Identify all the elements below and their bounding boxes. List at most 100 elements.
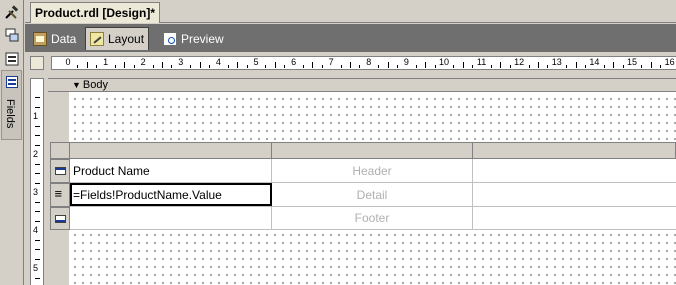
ruler-number: 4 <box>215 57 221 67</box>
table-corner-handle[interactable] <box>50 142 70 159</box>
ruler-number: 15 <box>626 57 638 67</box>
ruler-number: 16 <box>664 57 675 67</box>
body-label-text: Body <box>82 79 108 91</box>
server-explorer-icon[interactable] <box>3 26 21 44</box>
vertical-ruler: 1 2 3 4 5 <box>30 78 44 285</box>
ruler-tick <box>566 65 568 68</box>
document-tab[interactable]: Product.rdl [Design]* <box>30 2 161 23</box>
ruler-tick <box>265 65 267 68</box>
ruler-number: 2 <box>33 149 39 159</box>
ruler-tick <box>35 211 40 212</box>
ruler-tick <box>77 65 79 68</box>
column-handles <box>70 142 676 159</box>
tab-preview-label: Preview <box>181 31 224 46</box>
ruler-tick <box>162 62 163 68</box>
ruler-tick <box>35 201 40 203</box>
ruler-tick <box>613 62 615 68</box>
tab-preview[interactable]: Preview <box>159 27 228 50</box>
ruler-tick <box>35 125 40 127</box>
ruler-number: 1 <box>103 57 109 67</box>
report-table[interactable]: Product Name Header =Fields!ProductName.… <box>50 142 676 230</box>
ruler-tick <box>35 144 40 146</box>
ruler-tick <box>152 65 154 68</box>
ruler-tick <box>434 65 436 68</box>
horizontal-ruler: 0 1 2 3 4 5 6 7 8 9 10 11 12 13 14 15 16 <box>51 56 676 70</box>
ruler-tick <box>124 62 126 68</box>
ruler-number: 3 <box>33 187 39 197</box>
column-handle[interactable] <box>473 142 676 159</box>
ruler-number: 4 <box>33 225 39 235</box>
detail-row-handle[interactable] <box>50 183 70 207</box>
table-cell[interactable]: Footer <box>272 207 473 229</box>
ruler-tick <box>387 62 389 68</box>
ruler-tick <box>274 62 276 68</box>
table-cell[interactable]: Detail <box>272 183 473 206</box>
left-tool-strip: Fields <box>0 0 24 285</box>
ruler-tick <box>35 106 40 108</box>
ruler-tick <box>115 65 116 68</box>
table-cell[interactable] <box>473 183 676 206</box>
ruler-number: 2 <box>140 57 146 67</box>
ruler-tick <box>453 65 455 68</box>
designer-subtabs: Data Layout Preview <box>25 24 676 52</box>
ruler-tick <box>35 182 40 184</box>
ruler-tick <box>321 65 323 68</box>
fields-list-icon <box>6 76 18 88</box>
row-handles <box>50 142 70 230</box>
ruler-tick <box>35 163 40 165</box>
layout-tab-icon <box>90 32 104 46</box>
ruler-tick <box>35 135 40 136</box>
column-handle[interactable] <box>272 142 473 159</box>
ruler-corner <box>30 56 44 70</box>
ruler-tick <box>312 62 314 68</box>
table-cells: Product Name Header =Fields!ProductName.… <box>70 159 676 230</box>
ruler-number: 9 <box>403 57 409 67</box>
hammer-icon[interactable] <box>3 4 21 22</box>
ruler-tick <box>538 62 539 68</box>
ruler-number: 6 <box>291 57 297 67</box>
ruler-number: 11 <box>476 57 487 67</box>
ruler-tick <box>622 65 624 68</box>
ruler-tick <box>35 277 40 279</box>
ruler-tick <box>86 62 88 68</box>
toolbox-icon[interactable] <box>3 50 21 68</box>
ruler-tick <box>303 65 304 68</box>
ruler-tick <box>350 62 351 68</box>
ruler-tick <box>603 65 605 68</box>
table-cell[interactable]: Product Name <box>70 159 272 182</box>
header-row-handle[interactable] <box>50 159 70 183</box>
ruler-tick <box>491 65 492 68</box>
ruler-tick <box>359 65 361 68</box>
selected-table-cell[interactable]: =Fields!ProductName.Value <box>70 183 272 206</box>
table-cell[interactable] <box>70 207 272 229</box>
body-section-label[interactable]: ▼ Body <box>72 79 108 91</box>
ruler-tick <box>133 65 135 68</box>
tab-data[interactable]: Data <box>29 27 80 50</box>
table-header-icon <box>54 167 66 175</box>
table-cell[interactable] <box>473 207 676 229</box>
ruler-tick <box>575 62 577 68</box>
ruler-tick <box>462 62 464 68</box>
ruler-tick <box>397 65 398 68</box>
ruler-number: 0 <box>65 57 71 67</box>
collapse-arrow-icon: ▼ <box>72 80 81 90</box>
fields-panel-tab[interactable]: Fields <box>1 70 22 140</box>
table-cell[interactable] <box>473 159 676 182</box>
footer-row-handle[interactable] <box>50 207 70 230</box>
table-cell[interactable]: Header <box>272 159 473 182</box>
ruler-tick <box>171 65 173 68</box>
ruler-tick <box>641 65 643 68</box>
tab-layout[interactable]: Layout <box>85 27 150 50</box>
table-row-footer: Footer <box>70 207 676 230</box>
ruler-number: 3 <box>178 57 184 67</box>
ruler-tick <box>35 239 40 241</box>
ruler-tick <box>509 65 511 68</box>
ruler-number: 7 <box>328 57 334 67</box>
ruler-tick <box>415 65 417 68</box>
ruler-tick <box>209 65 210 68</box>
column-handle[interactable] <box>70 142 272 159</box>
table-detail-icon <box>55 186 66 201</box>
ruler-number: 10 <box>438 57 450 67</box>
table-row-detail: =Fields!ProductName.Value Detail <box>70 183 676 207</box>
data-tab-icon <box>33 31 47 46</box>
